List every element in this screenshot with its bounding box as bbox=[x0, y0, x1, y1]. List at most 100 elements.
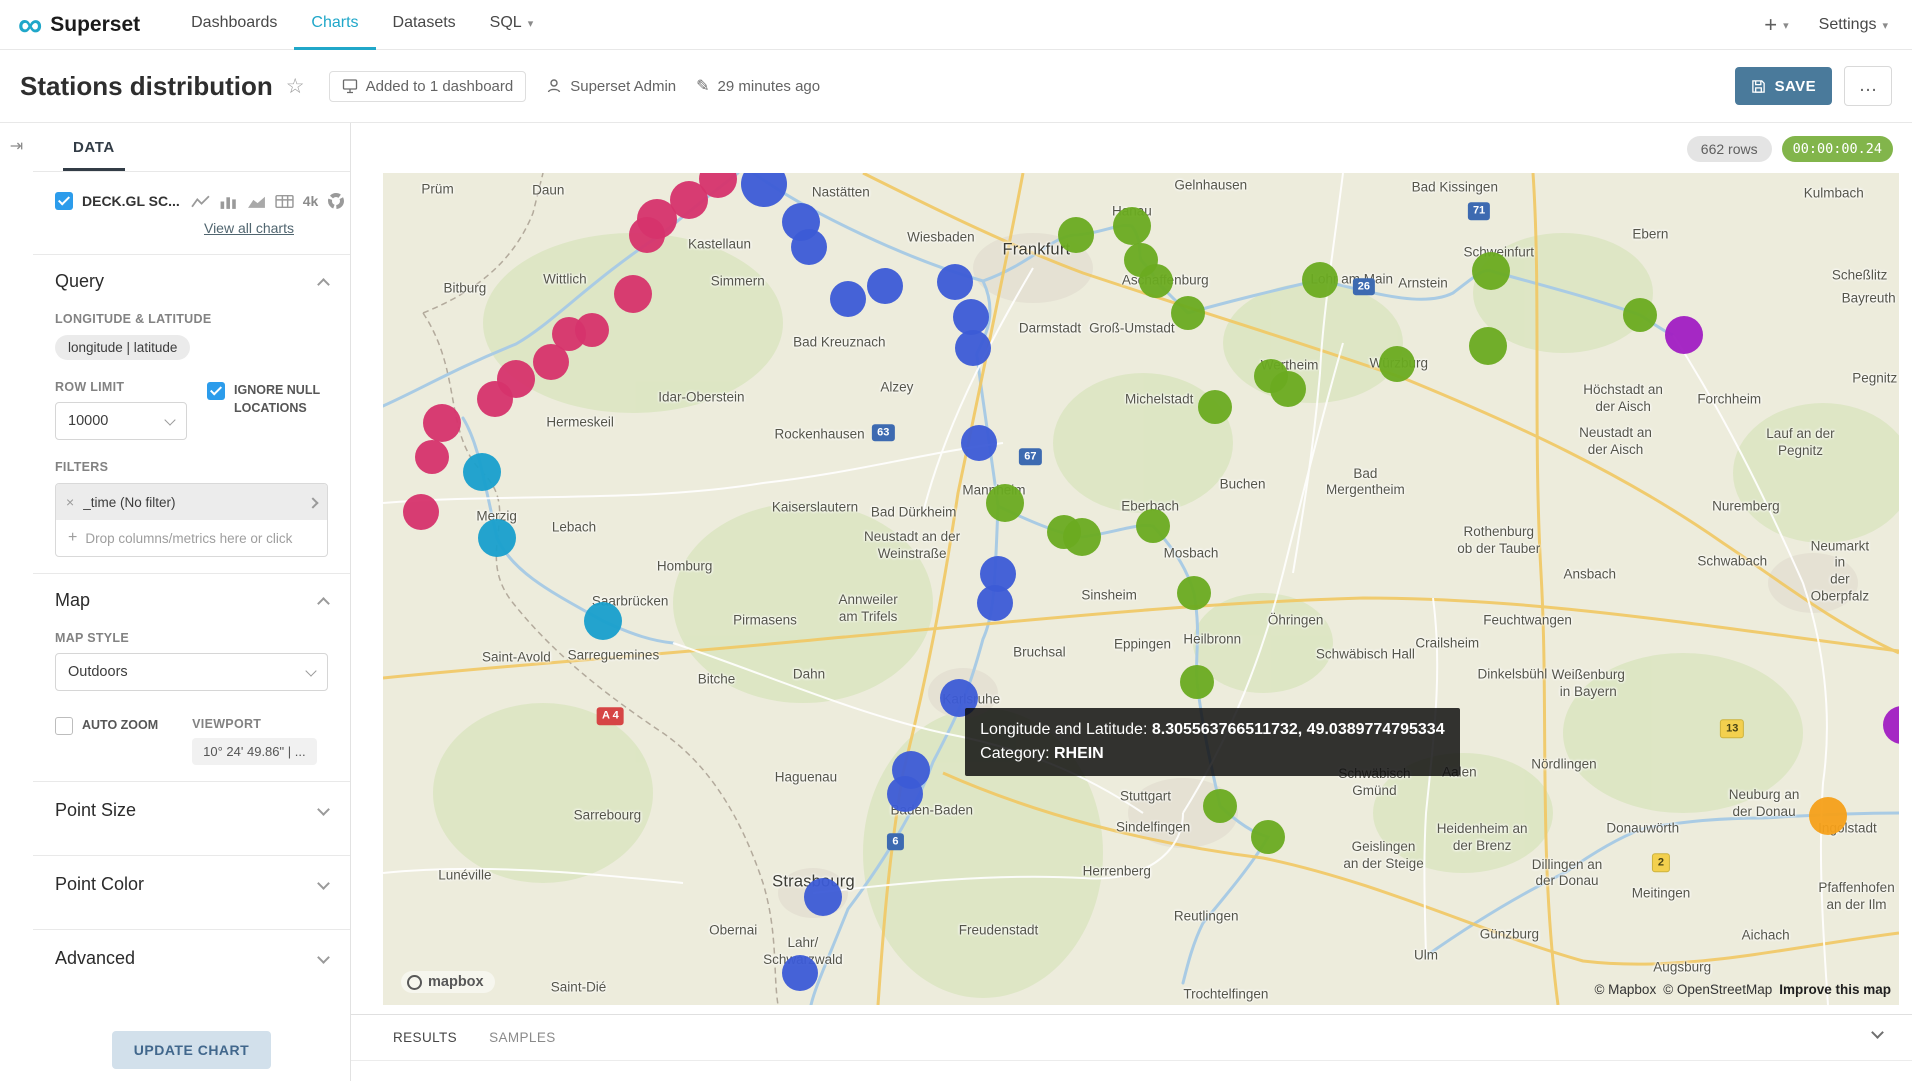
update-chart-button[interactable]: UPDATE CHART bbox=[112, 1031, 271, 1069]
scatter-point[interactable] bbox=[977, 585, 1013, 621]
scatter-point[interactable] bbox=[791, 229, 827, 265]
scatter-point[interactable] bbox=[1883, 706, 1899, 744]
scatter-point[interactable] bbox=[986, 484, 1024, 522]
tab-data[interactable]: DATA bbox=[63, 139, 125, 171]
nav-sql[interactable]: SQL bbox=[473, 0, 551, 50]
section-point-size[interactable]: Point Size bbox=[55, 782, 328, 839]
map-style-select[interactable]: Outdoors bbox=[55, 653, 328, 691]
scatter-point[interactable] bbox=[1047, 515, 1081, 549]
filter-item[interactable]: _time (No filter) bbox=[56, 484, 327, 520]
scatter-point[interactable] bbox=[1251, 820, 1285, 854]
scatter-point[interactable] bbox=[1302, 262, 1338, 298]
scatter-point[interactable] bbox=[477, 381, 513, 417]
scatter-point[interactable] bbox=[1058, 217, 1094, 253]
scatter-point[interactable] bbox=[533, 344, 569, 380]
tab-results[interactable]: RESULTS bbox=[393, 1030, 457, 1045]
remove-filter-icon[interactable] bbox=[66, 494, 74, 510]
ignore-null-checkbox[interactable] bbox=[207, 382, 225, 400]
viz-type-checkbox[interactable] bbox=[55, 192, 73, 210]
section-map-title: Map bbox=[55, 590, 90, 611]
settings-label: Settings bbox=[1819, 16, 1877, 34]
bar-chart-icon[interactable] bbox=[219, 194, 238, 209]
save-button[interactable]: SAVE bbox=[1735, 67, 1832, 105]
last-modified[interactable]: 29 minutes ago bbox=[696, 76, 820, 96]
brand-name: Superset bbox=[50, 13, 140, 37]
section-advanced[interactable]: Advanced bbox=[55, 930, 328, 987]
settings-menu[interactable]: Settings bbox=[1819, 16, 1888, 34]
scatter-point[interactable] bbox=[887, 776, 923, 812]
osm-attribution-link[interactable]: © OpenStreetMap bbox=[1663, 982, 1772, 997]
scatter-point[interactable] bbox=[1254, 359, 1288, 393]
scatter-point[interactable] bbox=[1472, 252, 1510, 290]
chevron-down-icon bbox=[305, 665, 316, 676]
scatter-point[interactable] bbox=[1198, 390, 1232, 424]
auto-zoom-checkbox[interactable] bbox=[55, 717, 73, 735]
scatter-point[interactable] bbox=[1171, 296, 1205, 330]
scatter-point[interactable] bbox=[1177, 576, 1211, 610]
line-chart-icon[interactable] bbox=[191, 194, 210, 209]
table-icon[interactable] bbox=[275, 194, 294, 209]
section-point-size-title: Point Size bbox=[55, 800, 136, 821]
scatter-point[interactable] bbox=[1809, 797, 1847, 835]
scatter-point[interactable] bbox=[782, 955, 818, 991]
scatter-point[interactable] bbox=[1623, 298, 1657, 332]
nav-datasets[interactable]: Datasets bbox=[376, 0, 473, 50]
pie-chart-icon[interactable] bbox=[327, 192, 345, 210]
expand-panel-icon[interactable] bbox=[10, 138, 23, 155]
more-options-button[interactable]: … bbox=[1844, 66, 1892, 106]
scatter-point[interactable] bbox=[1113, 207, 1151, 245]
superset-logo-icon bbox=[18, 8, 42, 42]
view-all-charts-link[interactable]: View all charts bbox=[204, 220, 294, 236]
scatter-point[interactable] bbox=[614, 275, 652, 313]
scatter-point[interactable] bbox=[1180, 665, 1214, 699]
scatter-point[interactable] bbox=[1139, 264, 1173, 298]
collapse-results-button[interactable] bbox=[1873, 1027, 1882, 1045]
tab-samples[interactable]: SAMPLES bbox=[489, 1030, 556, 1045]
row-limit-select[interactable]: 10000 bbox=[55, 402, 187, 440]
scatter-point[interactable] bbox=[584, 602, 622, 640]
scatter-point[interactable] bbox=[867, 268, 903, 304]
mapbox-logo[interactable]: mapbox bbox=[401, 971, 495, 993]
chevron-down-icon bbox=[317, 877, 330, 890]
dashboard-count-chip[interactable]: Added to 1 dashboard bbox=[329, 71, 527, 102]
scatter-point[interactable] bbox=[830, 281, 866, 317]
nav-dashboards[interactable]: Dashboards bbox=[174, 0, 294, 50]
nav-links: Dashboards Charts Datasets SQL bbox=[174, 0, 550, 50]
area-chart-icon[interactable] bbox=[247, 194, 266, 209]
scatter-point[interactable] bbox=[423, 404, 461, 442]
scatter-point[interactable] bbox=[1203, 789, 1237, 823]
scatter-point[interactable] bbox=[463, 453, 501, 491]
filter-expand[interactable] bbox=[309, 495, 317, 510]
scatter-point[interactable] bbox=[955, 330, 991, 366]
viewport-value[interactable]: 10° 24' 49.86" | ... bbox=[192, 738, 316, 765]
add-filter-dropzone[interactable]: Drop columns/metrics here or click bbox=[56, 520, 327, 556]
scatter-point[interactable] bbox=[1665, 316, 1703, 354]
scatter-point[interactable] bbox=[804, 878, 842, 916]
scatter-point[interactable] bbox=[415, 440, 449, 474]
ignore-null-label: IGNORE NULL LOCATIONS bbox=[234, 382, 328, 417]
brand-link[interactable]: Superset bbox=[18, 8, 140, 42]
section-map-header[interactable]: Map bbox=[55, 590, 328, 611]
nav-charts[interactable]: Charts bbox=[294, 0, 375, 50]
mapbox-attribution-link[interactable]: © Mapbox bbox=[1594, 982, 1656, 997]
scatter-point[interactable] bbox=[937, 264, 973, 300]
new-item-button[interactable]: + bbox=[1764, 14, 1788, 36]
scatter-point[interactable] bbox=[1379, 346, 1415, 382]
caret-down-icon bbox=[1882, 16, 1888, 34]
lonlat-pill[interactable]: longitude | latitude bbox=[55, 335, 190, 360]
section-point-color[interactable]: Point Color bbox=[55, 856, 328, 913]
map-canvas[interactable]: PrümDaunNastättenGelnhausenBad Kissingen… bbox=[383, 173, 1899, 1005]
scatter-point[interactable] bbox=[961, 425, 997, 461]
section-query-header[interactable]: Query bbox=[55, 271, 328, 292]
scatter-point[interactable] bbox=[1469, 327, 1507, 365]
favorite-star-icon[interactable] bbox=[286, 74, 305, 99]
big-number-icon[interactable]: 4k bbox=[303, 193, 319, 209]
drop-hint: Drop columns/metrics here or click bbox=[85, 531, 292, 546]
scatter-point[interactable] bbox=[741, 173, 787, 207]
scatter-point[interactable] bbox=[629, 217, 665, 253]
map-style-value: Outdoors bbox=[68, 664, 128, 680]
scatter-point[interactable] bbox=[478, 519, 516, 557]
scatter-point[interactable] bbox=[1136, 509, 1170, 543]
scatter-point[interactable] bbox=[403, 494, 439, 530]
improve-map-link[interactable]: Improve this map bbox=[1779, 982, 1891, 997]
